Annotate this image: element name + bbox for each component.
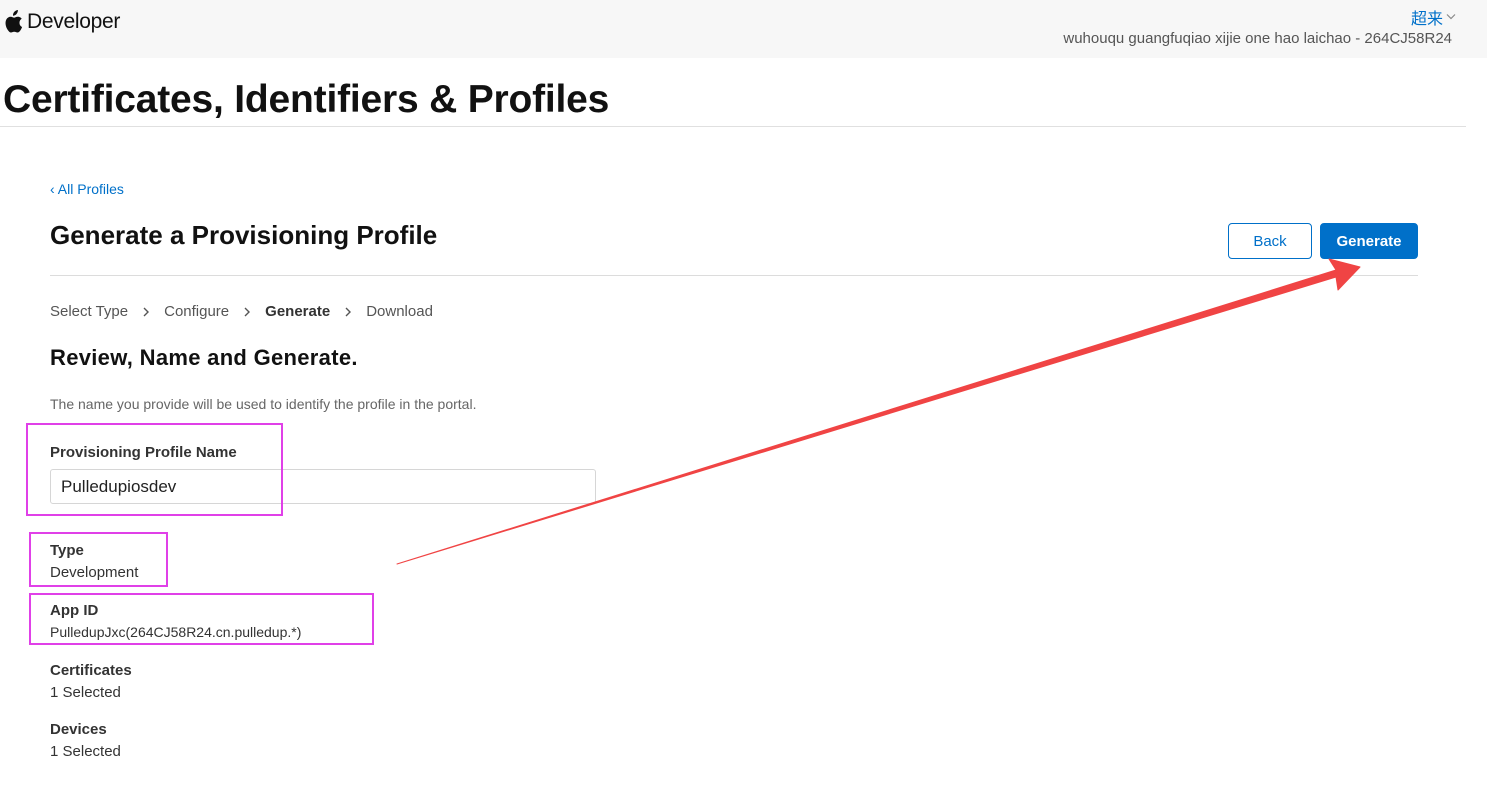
chevron-right-icon [242,307,252,317]
stepper: Select Type Configure Generate Download [50,303,433,320]
certificates-label: Certificates [50,662,132,679]
app-id-label: App ID [50,602,99,619]
section-title: Generate a Provisioning Profile [50,220,438,250]
apple-logo-icon [3,10,23,34]
language-selector[interactable]: 超来 [1411,5,1456,29]
form-description: The name you provide will be used to ide… [50,396,477,412]
type-label: Type [50,542,84,559]
page-title: Certificates, Identifiers & Profiles [3,78,610,121]
top-bar: Developer 超来 wuhouqu guangfuqiao xijie o… [0,0,1487,58]
all-profiles-link[interactable]: ‹ All Profiles [50,181,124,197]
back-button[interactable]: Back [1228,223,1312,259]
divider [0,126,1466,127]
form-subtitle: Review, Name and Generate. [50,345,358,370]
devices-value: 1 Selected [50,743,121,760]
step-configure: Configure [164,303,230,320]
step-select-type: Select Type [50,303,129,320]
profile-name-label: Provisioning Profile Name [50,444,237,461]
devices-label: Devices [50,721,107,738]
language-label: 超来 [1410,11,1443,28]
brand-label: Developer [27,10,121,33]
step-download: Download [366,303,433,320]
generate-button[interactable]: Generate [1320,223,1418,259]
certificates-value: 1 Selected [50,684,121,701]
team-name[interactable]: wuhouqu guangfuqiao xijie one hao laicha… [1063,30,1452,47]
chevron-right-icon [343,307,353,317]
divider [50,275,1418,276]
app-id-value: PulledupJxc(264CJ58R24.cn.pulledup.*) [50,624,302,640]
type-value: Development [50,564,139,581]
profile-name-input[interactable] [50,469,596,504]
chevron-down-icon [1446,12,1456,23]
developer-brand[interactable]: Developer [3,10,120,34]
step-generate: Generate [265,303,331,320]
chevron-right-icon [141,307,151,317]
